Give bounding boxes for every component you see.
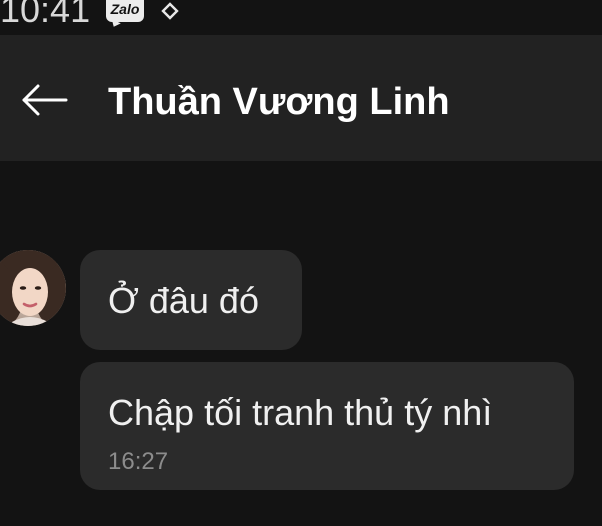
message-bubble[interactable]: Chập tối tranh thủ tý nhì 16:27 (80, 362, 574, 490)
back-button[interactable] (14, 75, 74, 125)
message-text: Ở đâu đó (108, 280, 259, 321)
chat-screen: 10:41 Zalo Thuần Vương Linh Ở đâu đó Chậ… (0, 0, 602, 526)
contact-avatar[interactable] (0, 250, 66, 326)
contact-name[interactable]: Thuần Vương Linh (108, 79, 450, 125)
message-text: Chập tối tranh thủ tý nhì (108, 392, 493, 433)
status-bar: 10:41 Zalo (0, 0, 602, 34)
message-timestamp: 16:27 (108, 448, 169, 475)
status-time: 10:41 (0, 0, 91, 30)
arrow-left-icon (22, 84, 68, 116)
nav-sync-icon (158, 2, 182, 20)
chat-header: Thuần Vương Linh (0, 35, 602, 161)
zalo-icon: Zalo (106, 0, 144, 22)
message-bubble[interactable]: Ở đâu đó (80, 250, 302, 350)
